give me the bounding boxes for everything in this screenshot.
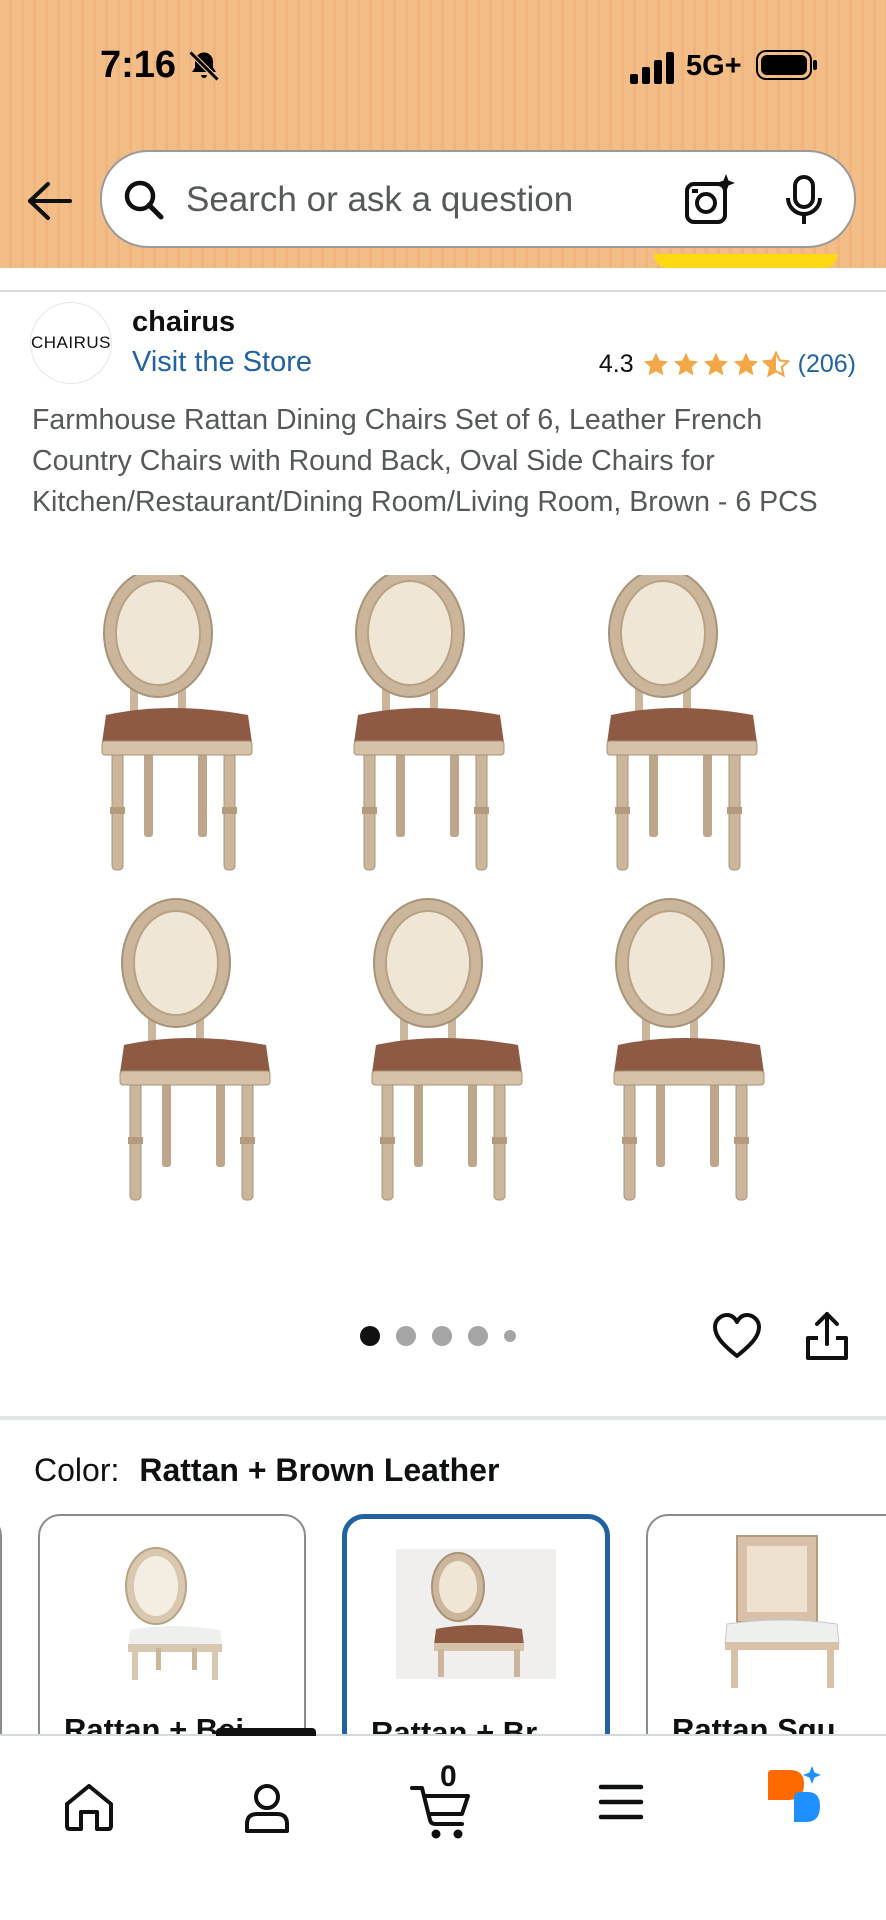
header-button-edge — [654, 254, 838, 268]
share-icon[interactable] — [804, 1310, 850, 1362]
star-full-icon — [733, 352, 758, 375]
swatch-image — [396, 1549, 556, 1679]
color-swatch-partial[interactable] — [0, 1514, 2, 1754]
star-full-icon — [703, 352, 728, 375]
pagination-dot[interactable] — [432, 1326, 452, 1346]
header: 7:16 5G+ — [0, 0, 886, 268]
product-image[interactable] — [90, 575, 810, 1250]
rating-count[interactable]: (206) — [798, 350, 856, 379]
search-icon — [124, 180, 164, 220]
status-time: 7:16 — [100, 44, 177, 86]
color-swatch-selected[interactable]: Rattan + Br — [342, 1514, 610, 1754]
pagination-dot[interactable] — [468, 1326, 488, 1346]
microphone-icon[interactable] — [782, 174, 826, 228]
star-half-icon — [761, 350, 790, 377]
star-full-icon — [643, 352, 668, 375]
account-icon[interactable] — [242, 1782, 292, 1834]
cart-count-badge: 0 — [440, 1760, 457, 1793]
brand-name: chairus — [132, 306, 236, 338]
back-arrow-icon[interactable] — [24, 176, 74, 226]
color-selection-header: Color: Rattan + Brown Leather — [34, 1452, 499, 1489]
section-divider — [0, 1416, 886, 1420]
visit-store-link[interactable]: Visit the Store — [132, 346, 312, 379]
rating-value: 4.3 — [598, 350, 634, 378]
battery-icon — [756, 50, 817, 80]
selected-color-value: Rattan + Brown Leather — [139, 1452, 500, 1488]
rating-summary[interactable]: 4.3 (206) — [599, 350, 856, 379]
pagination-dot[interactable] — [396, 1326, 416, 1346]
pagination-dot[interactable] — [360, 1326, 380, 1346]
brand-logo[interactable]: CHAIRUS — [30, 302, 112, 384]
swatch-image — [125, 1547, 222, 1680]
star-rating — [642, 350, 790, 379]
star-full-icon — [673, 352, 698, 375]
color-swatch[interactable]: Rattan Squ — [646, 1514, 886, 1754]
home-icon[interactable] — [62, 1782, 116, 1832]
bell-slash-icon — [188, 50, 220, 82]
status-bar: 7:16 5G+ — [0, 0, 886, 130]
rufus-assistant-icon[interactable] — [764, 1766, 826, 1830]
bottom-navigation: 0 — [0, 1728, 886, 1920]
search-bar[interactable] — [100, 150, 856, 248]
heart-icon[interactable] — [712, 1312, 762, 1360]
image-pagination-dots — [360, 1326, 516, 1346]
color-swatch[interactable]: Rattan + Bei — [38, 1514, 306, 1754]
pagination-dot[interactable] — [504, 1330, 516, 1342]
active-tab-indicator — [216, 1728, 316, 1736]
color-label: Color: — [34, 1452, 120, 1488]
network-label: 5G+ — [686, 50, 742, 82]
divider — [0, 290, 886, 292]
signal-icon — [630, 52, 674, 84]
product-title: Farmhouse Rattan Dining Chairs Set of 6,… — [32, 404, 818, 518]
swatch-image — [724, 1535, 840, 1688]
search-input[interactable] — [186, 174, 626, 226]
camera-lens-icon[interactable] — [682, 172, 738, 228]
menu-icon[interactable] — [598, 1782, 644, 1822]
